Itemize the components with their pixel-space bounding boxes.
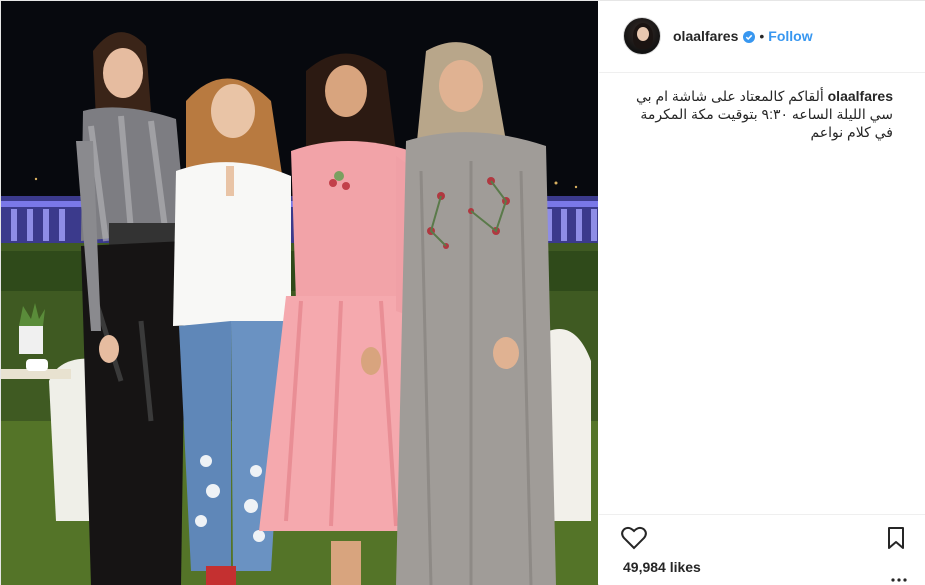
more-options-icon[interactable] xyxy=(891,569,907,582)
post-details-panel: olaalfares • Follow olaalfares ألقاكم كا… xyxy=(599,1,925,585)
username-row: olaalfares • Follow xyxy=(673,28,813,44)
post-caption: olaalfares ألقاكم كالمعتاد على شاشة ام ب… xyxy=(621,87,893,141)
post-photo[interactable] xyxy=(1,1,598,585)
avatar-face xyxy=(637,27,649,41)
photo-illustration xyxy=(1,1,598,585)
username-link[interactable]: olaalfares xyxy=(673,28,738,44)
follow-button[interactable]: Follow xyxy=(768,28,812,44)
post-actions: 49,984 likes xyxy=(599,514,925,585)
likes-count[interactable]: 49,984 likes xyxy=(623,559,701,575)
avatar[interactable] xyxy=(623,17,661,55)
separator-dot: • xyxy=(759,28,765,44)
post-header: olaalfares • Follow xyxy=(599,1,925,73)
caption-username-link[interactable]: olaalfares xyxy=(828,88,893,104)
instagram-post: olaalfares • Follow olaalfares ألقاكم كا… xyxy=(0,0,925,585)
verified-badge-icon xyxy=(743,30,756,43)
bookmark-icon[interactable] xyxy=(887,527,905,549)
heart-icon[interactable] xyxy=(621,526,647,550)
